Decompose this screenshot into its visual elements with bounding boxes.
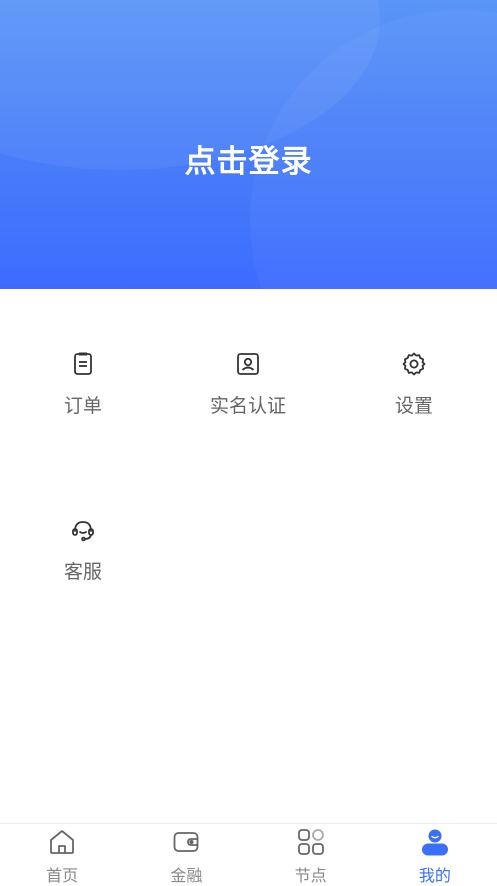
id-card-icon: [237, 353, 259, 375]
gear-icon: [402, 352, 426, 376]
tab-nodes[interactable]: 节点: [249, 824, 373, 885]
tab-mine[interactable]: 我的: [373, 824, 497, 885]
tab-label: 首页: [46, 866, 79, 885]
profile-header: 点击登录: [0, 0, 497, 289]
bottom-tab-bar: 首页 金融 节点 我的: [0, 823, 497, 885]
user-icon: [421, 829, 448, 856]
tab-label: 节点: [294, 866, 327, 885]
menu-item-orders[interactable]: 订单: [13, 351, 153, 418]
menu-item-verification[interactable]: 实名认证: [178, 351, 318, 418]
headset-icon: [72, 521, 94, 542]
menu-item-customer-service[interactable]: 客服: [13, 517, 153, 584]
menu-item-settings[interactable]: 设置: [344, 351, 484, 418]
tab-label: 我的: [418, 866, 451, 885]
menu-item-label: 订单: [63, 395, 102, 417]
menu-item-label: 实名认证: [209, 395, 286, 417]
apps-icon: [297, 829, 324, 855]
tab-home[interactable]: 首页: [0, 824, 124, 885]
menu-item-label: 客服: [63, 561, 102, 583]
login-button[interactable]: 点击登录: [0, 136, 497, 181]
menu-item-label: 设置: [394, 395, 433, 417]
order-icon: [74, 352, 92, 375]
home-icon: [50, 830, 75, 854]
tab-label: 金融: [170, 866, 203, 885]
wallet-icon: [173, 832, 199, 852]
tab-finance[interactable]: 金融: [124, 824, 248, 885]
